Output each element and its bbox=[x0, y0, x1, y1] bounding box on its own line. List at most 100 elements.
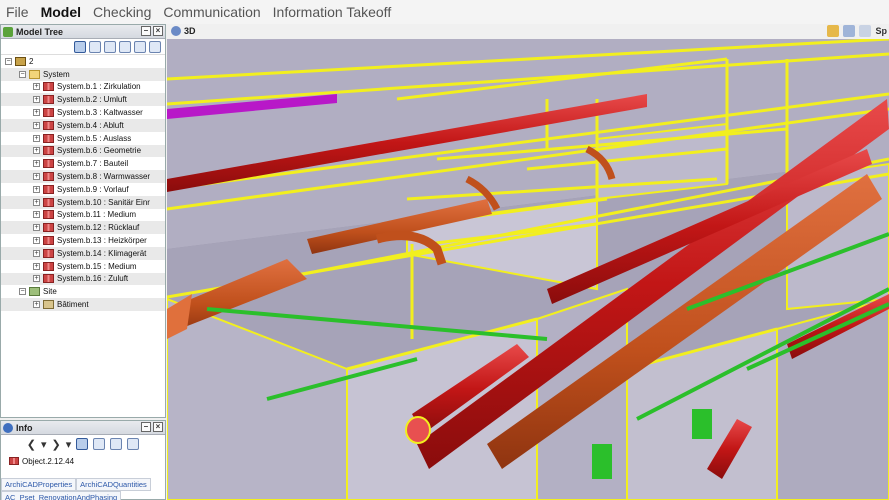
tree-row-label: System.b.16 : Zuluft bbox=[57, 274, 129, 284]
tree-row[interactable]: − System bbox=[1, 67, 165, 81]
tree-row-label: System.b.14 : Klimagerät bbox=[57, 248, 147, 258]
model-tree-header: Model Tree – × bbox=[1, 25, 165, 39]
expand-toggle-icon[interactable]: + bbox=[33, 147, 40, 155]
info-list-icon[interactable] bbox=[110, 438, 123, 450]
expand-icon[interactable] bbox=[149, 40, 161, 53]
info-table-icon[interactable] bbox=[127, 438, 140, 450]
undo-icon[interactable] bbox=[827, 25, 840, 37]
tree-row[interactable]: + System.b.2 : Umluft bbox=[1, 93, 165, 107]
expand-toggle-icon[interactable]: + bbox=[33, 83, 40, 91]
collapse-icon[interactable] bbox=[134, 40, 146, 53]
tree-row-label: System.b.5 : Auslass bbox=[57, 133, 132, 143]
tree-row[interactable]: + System.b.13 : Heizkörper bbox=[1, 234, 165, 247]
redo-icon[interactable] bbox=[843, 25, 856, 37]
pipe-icon bbox=[43, 197, 54, 207]
tree-row[interactable]: + System.b.16 : Zuluft bbox=[1, 272, 165, 286]
tree-icon bbox=[3, 26, 13, 37]
expand-toggle-icon[interactable]: + bbox=[33, 160, 40, 168]
sort-icon[interactable] bbox=[89, 40, 101, 53]
info-icon bbox=[3, 422, 13, 433]
tree-row[interactable]: + System.b.14 : Klimagerät bbox=[1, 246, 165, 260]
collapse-toggle-icon[interactable]: − bbox=[19, 288, 26, 296]
tree-row-label: System.b.4 : Abluft bbox=[57, 120, 124, 130]
tree-row[interactable]: + System.b.12 : Rücklauf bbox=[1, 221, 165, 235]
tree-row-label: System.b.12 : Rücklauf bbox=[57, 223, 140, 233]
tree-row[interactable]: + System.b.8 : Warmwasser bbox=[1, 170, 165, 183]
object-icon bbox=[9, 457, 19, 465]
tree-row[interactable]: + System.b.9 : Vorlauf bbox=[1, 183, 165, 196]
dropdown-icon-2[interactable]: ▾ bbox=[66, 438, 72, 451]
info-close-button[interactable]: × bbox=[153, 422, 163, 432]
tree-row[interactable]: −2 bbox=[1, 55, 165, 68]
3d-scene[interactable] bbox=[167, 39, 889, 500]
menu-information-takeoff[interactable]: Information Takeoff bbox=[267, 0, 398, 24]
tree-row[interactable]: − Site bbox=[1, 285, 165, 298]
tree-row-label: System.b.1 : Zirkulation bbox=[57, 82, 141, 92]
tab-archicad-properties[interactable]: ArchiCADProperties bbox=[1, 478, 77, 491]
menu-file[interactable]: File bbox=[0, 0, 35, 24]
info-tree-icon[interactable] bbox=[76, 438, 89, 450]
info-minimize-button[interactable]: – bbox=[141, 422, 151, 432]
expand-toggle-icon[interactable]: + bbox=[33, 224, 40, 232]
tab-archicad-quantities[interactable]: ArchiCADQuantities bbox=[76, 478, 151, 491]
model-tree-title: Model Tree bbox=[16, 26, 64, 37]
pipe-icon bbox=[43, 172, 54, 182]
pipe-icon bbox=[43, 108, 54, 118]
close-button[interactable]: × bbox=[153, 26, 163, 36]
expand-toggle-icon[interactable]: + bbox=[33, 109, 40, 117]
tree-list: −2− System + System.b.1 : Zirkulation + Syste… bbox=[1, 55, 165, 311]
tree-row[interactable]: + Bâtiment bbox=[1, 298, 165, 311]
tree-view-icon[interactable] bbox=[74, 40, 86, 53]
tree-row[interactable]: + System.b.15 : Medium bbox=[1, 260, 165, 273]
info-panel: Info – × ❮ ▾ ❯ ▾ Object.2.12.44 ArchiCAD… bbox=[0, 420, 166, 500]
pipe-icon bbox=[43, 120, 54, 130]
tree-row-label: System.b.6 : Geometrie bbox=[57, 146, 142, 156]
view-3d-header: 3D Sp bbox=[167, 24, 889, 38]
tree-row[interactable]: + System.b.10 : Sanitär Einr bbox=[1, 195, 165, 209]
list-view-icon[interactable] bbox=[119, 40, 131, 53]
pipe-icon bbox=[43, 236, 54, 246]
tree-row[interactable]: + System.b.5 : Auslass bbox=[1, 132, 165, 145]
forward-arrow-icon[interactable]: ❯ bbox=[52, 438, 61, 451]
tree-row[interactable]: + System.b.1 : Zirkulation bbox=[1, 81, 165, 94]
expand-toggle-icon[interactable]: + bbox=[33, 198, 40, 206]
collapse-toggle-icon[interactable]: − bbox=[5, 57, 12, 65]
dropdown-icon[interactable]: ▾ bbox=[41, 438, 47, 451]
expand-toggle-icon[interactable]: + bbox=[33, 185, 40, 193]
pipe-icon bbox=[43, 146, 54, 156]
expand-toggle-icon[interactable]: + bbox=[33, 249, 40, 257]
info-grid-icon[interactable] bbox=[93, 438, 106, 450]
expand-toggle-icon[interactable]: + bbox=[33, 121, 40, 129]
expand-toggle-icon[interactable]: + bbox=[33, 301, 40, 309]
expand-toggle-icon[interactable]: + bbox=[33, 237, 40, 245]
view-tool-label[interactable]: Sp bbox=[875, 26, 887, 36]
filter-icon[interactable] bbox=[104, 40, 116, 53]
tab-renovation-phasing[interactable]: AC_Pset_RenovationAndPhasing bbox=[1, 491, 122, 500]
tree-row[interactable]: + System.b.11 : Medium bbox=[1, 209, 165, 222]
collapse-toggle-icon[interactable]: − bbox=[19, 70, 26, 78]
tree-row[interactable]: + System.b.7 : Bauteil bbox=[1, 157, 165, 170]
tree-row-label: Site bbox=[43, 287, 57, 297]
expand-toggle-icon[interactable]: + bbox=[33, 173, 40, 181]
tree-row[interactable]: + System.b.4 : Abluft bbox=[1, 118, 165, 132]
tree-row-label: System.b.9 : Vorlauf bbox=[57, 184, 129, 194]
expand-toggle-icon[interactable]: + bbox=[33, 134, 40, 142]
back-arrow-icon[interactable]: ❮ bbox=[27, 438, 36, 451]
red-pipe-end bbox=[405, 416, 431, 444]
info-object-row[interactable]: Object.2.12.44 bbox=[1, 453, 165, 469]
expand-toggle-icon[interactable]: + bbox=[33, 262, 40, 270]
globe-icon bbox=[171, 26, 181, 36]
menu-communication[interactable]: Communication bbox=[157, 0, 266, 24]
menu-checking[interactable]: Checking bbox=[87, 0, 157, 24]
view-3d-title: 3D bbox=[184, 26, 196, 36]
expand-toggle-icon[interactable]: + bbox=[33, 96, 40, 104]
tree-row[interactable]: + System.b.6 : Geometrie bbox=[1, 144, 165, 158]
refresh-icon[interactable] bbox=[859, 25, 872, 37]
bldg-icon bbox=[43, 300, 54, 310]
3d-model-render[interactable] bbox=[167, 39, 889, 500]
expand-toggle-icon[interactable]: + bbox=[33, 275, 40, 283]
minimize-button[interactable]: – bbox=[141, 26, 151, 36]
menu-model[interactable]: Model bbox=[35, 0, 87, 24]
expand-toggle-icon[interactable]: + bbox=[33, 211, 40, 219]
tree-row[interactable]: + System.b.3 : Kaltwasser bbox=[1, 106, 165, 119]
